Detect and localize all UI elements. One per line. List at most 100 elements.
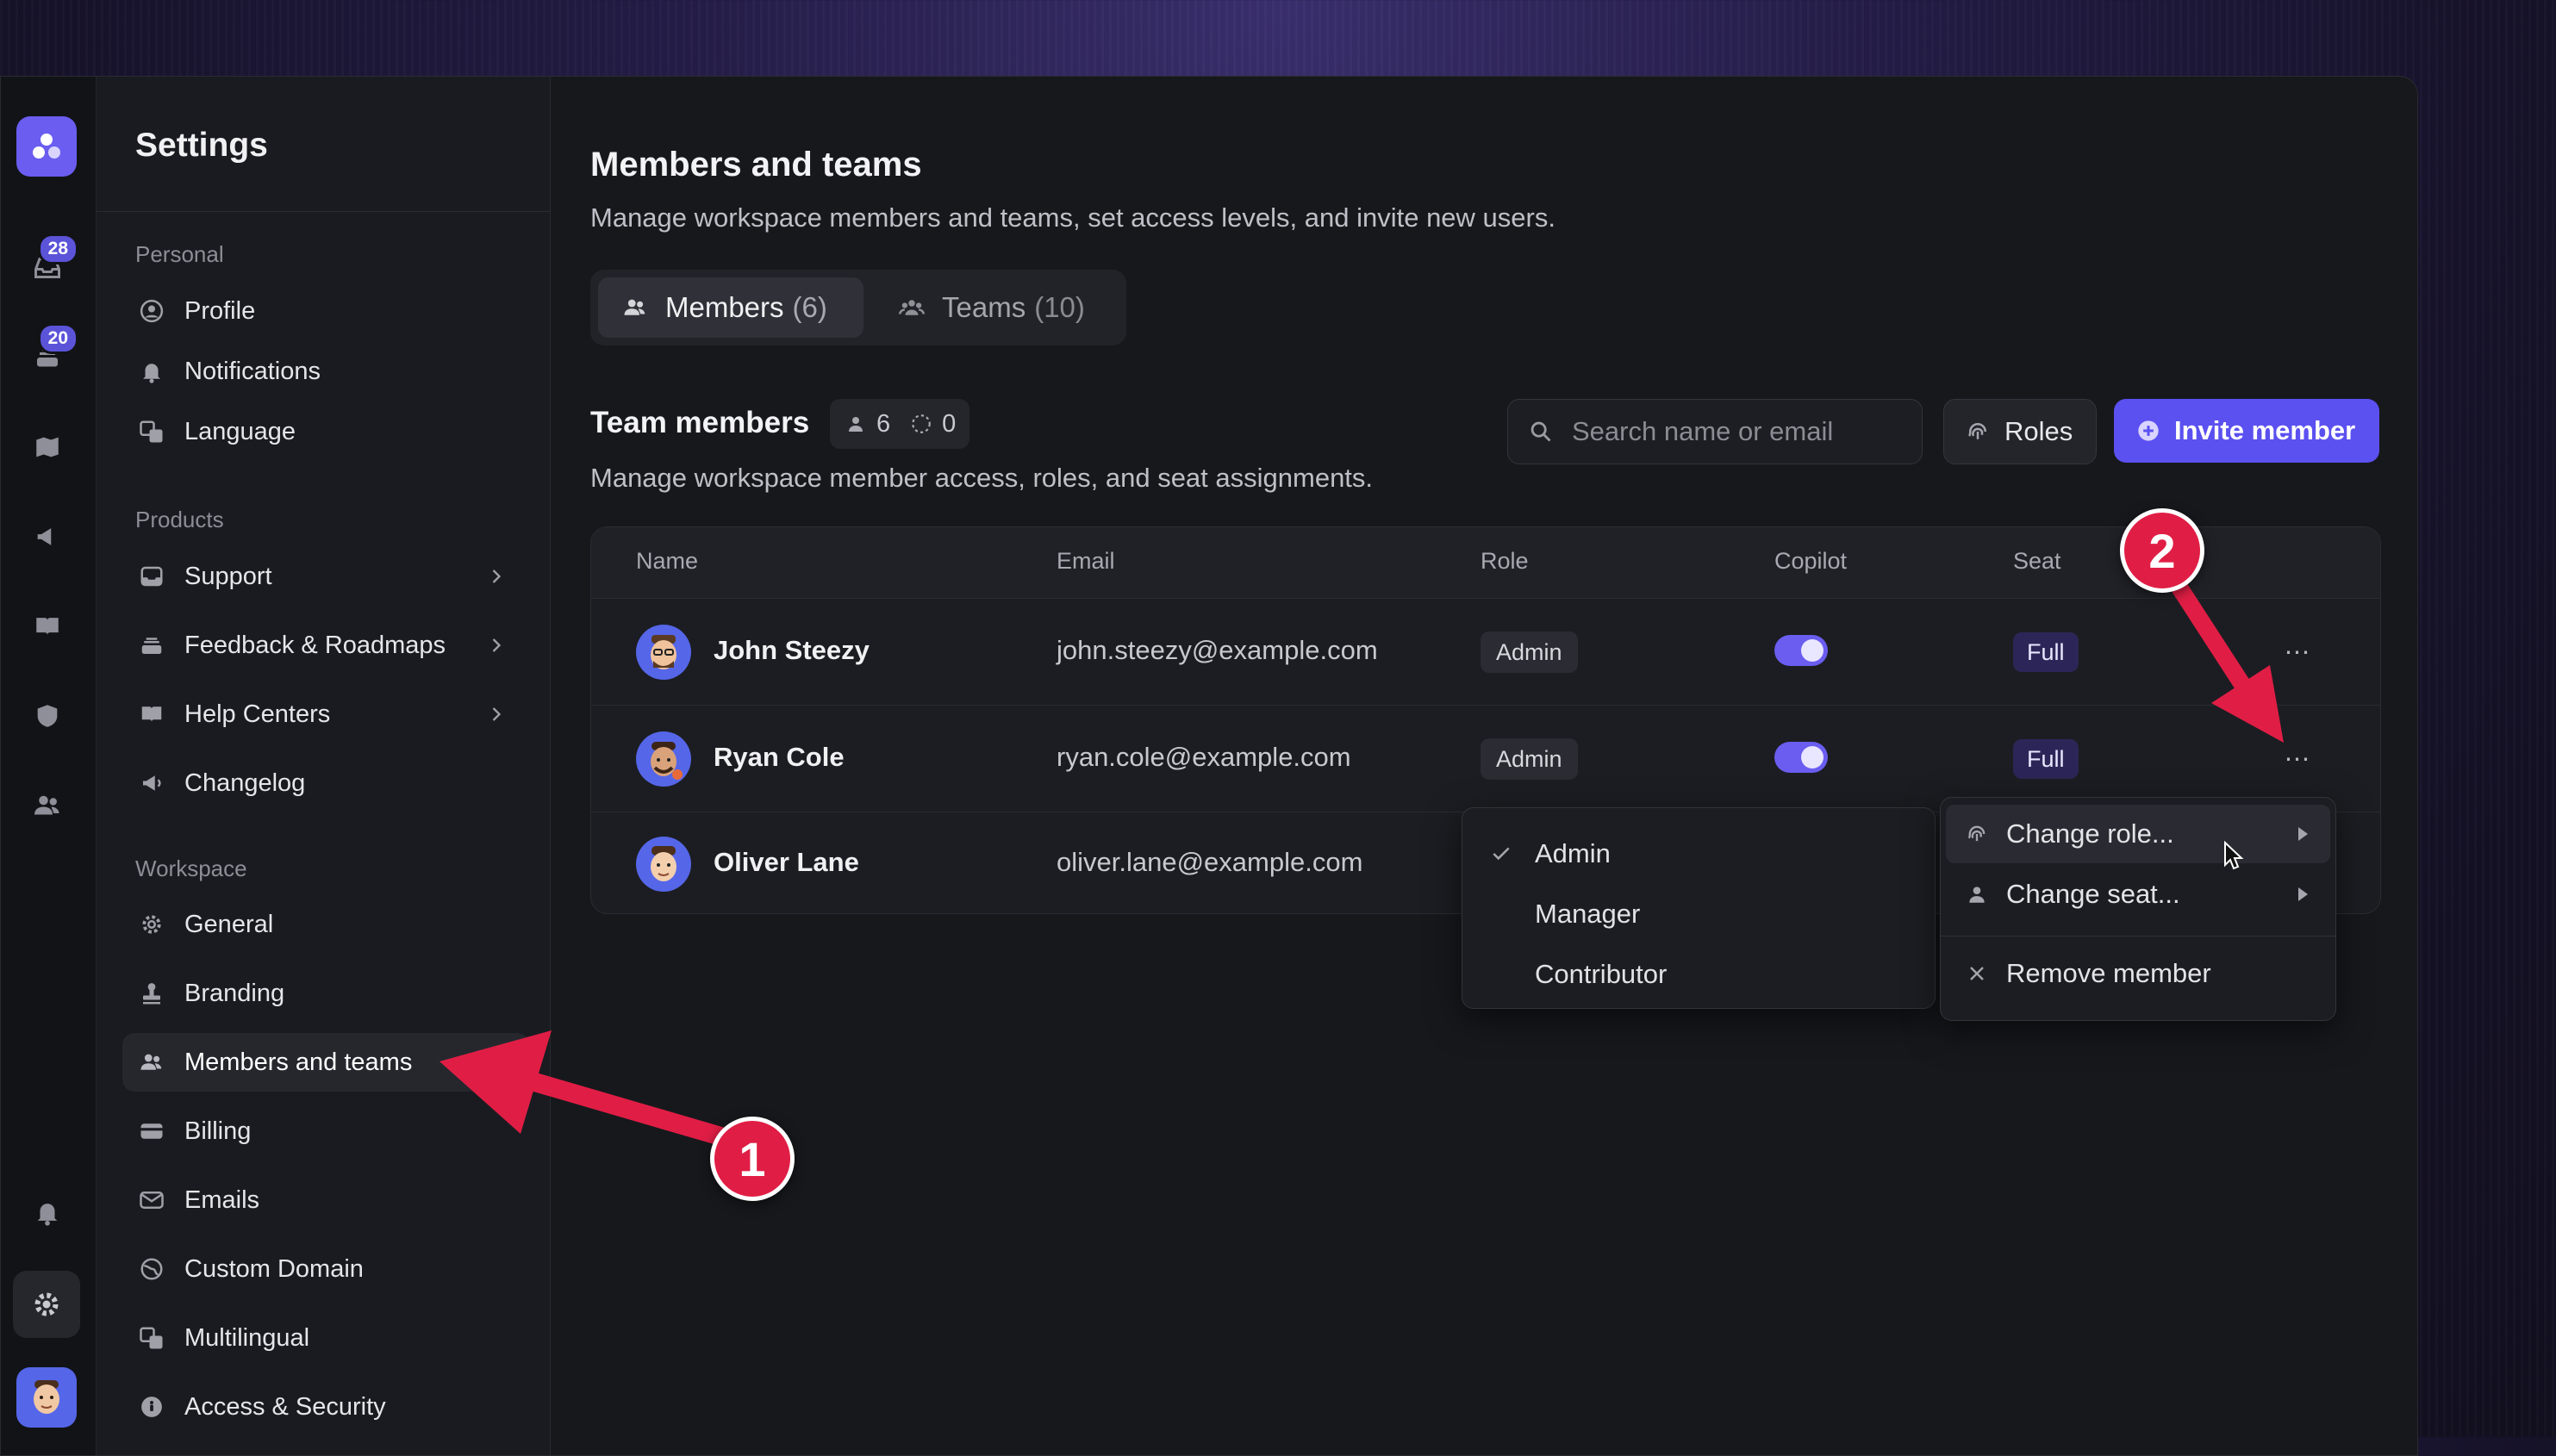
- sidebar-item-feedback-roadmaps[interactable]: Feedback & Roadmaps: [122, 616, 529, 675]
- member-count-pill: 6 0: [830, 399, 970, 449]
- role-option-manager[interactable]: Manager: [1462, 886, 1935, 943]
- user-icon: [1963, 880, 1991, 908]
- avatar-face-icon: [651, 742, 683, 780]
- role-option-admin[interactable]: Admin: [1462, 825, 1935, 882]
- sidebar-item-branding[interactable]: Branding: [122, 964, 529, 1023]
- gear-icon: [34, 1292, 59, 1316]
- rail-notifications[interactable]: [25, 1190, 70, 1235]
- sidebar-item-custom-domain[interactable]: Custom Domain: [122, 1240, 529, 1298]
- tab-teams[interactable]: Teams (10): [875, 277, 1119, 338]
- sidebar-item-multilingual[interactable]: Multilingual: [122, 1309, 529, 1367]
- annotation-marker-1: 1: [710, 1117, 795, 1201]
- sidebar-item-general[interactable]: General: [122, 895, 529, 954]
- sidebar-item-label: Multilingual: [184, 1323, 310, 1352]
- active-member-count: 6: [876, 409, 891, 438]
- role-badge[interactable]: Admin: [1481, 632, 1578, 673]
- section-subtitle: Manage workspace member access, roles, a…: [590, 463, 1374, 493]
- submenu-arrow-icon: [2298, 827, 2308, 841]
- roles-button[interactable]: Roles: [1943, 399, 2097, 464]
- rail-team[interactable]: [25, 783, 70, 828]
- rail-security[interactable]: [25, 694, 70, 738]
- change-role-item[interactable]: Change role...: [1946, 805, 2330, 863]
- icon-rail: 28 20: [1, 77, 97, 1455]
- sidebar-item-help-centers[interactable]: Help Centers: [122, 685, 529, 744]
- seat-badge[interactable]: Full: [2013, 632, 2079, 672]
- role-option-contributor[interactable]: Contributor: [1462, 946, 1935, 1003]
- member-avatar: [636, 837, 691, 892]
- sidebar-item-notifications[interactable]: Notifications: [122, 342, 529, 401]
- column-header-email: Email: [1057, 548, 1115, 574]
- user-icon: [844, 412, 868, 436]
- rail-inbox[interactable]: 28: [25, 233, 78, 290]
- role-option-label: Contributor: [1535, 959, 1668, 989]
- team-icon: [897, 293, 926, 322]
- settings-sidebar: Settings Personal Profile Notifications …: [97, 77, 551, 1455]
- sidebar-item-label: Language: [184, 417, 296, 445]
- rail-feedback[interactable]: 20: [25, 323, 78, 380]
- pending-circle-icon: [909, 412, 933, 436]
- app-window: 28 20 Settings Personal Profile Notifica…: [0, 76, 2418, 1456]
- sidebar-item-access-security[interactable]: Access & Security: [122, 1378, 529, 1436]
- role-badge[interactable]: Admin: [1481, 738, 1578, 780]
- sidebar-item-emails[interactable]: Emails: [122, 1171, 529, 1229]
- tab-label: Members: [665, 291, 784, 323]
- sidebar-item-members-and-teams[interactable]: Members and teams: [122, 1033, 529, 1092]
- sidebar-item-label: Profile: [184, 296, 256, 325]
- sidebar-title: Settings: [135, 127, 268, 164]
- sidebar-item-label: Custom Domain: [184, 1254, 364, 1283]
- rail-help-center[interactable]: [25, 604, 70, 649]
- seat-badge[interactable]: Full: [2013, 739, 2079, 779]
- copilot-toggle[interactable]: [1774, 635, 1828, 666]
- remove-member-item[interactable]: Remove member: [1946, 944, 2330, 1003]
- rail-changelog[interactable]: [25, 514, 70, 559]
- member-search[interactable]: [1507, 399, 1923, 464]
- rail-roadmap[interactable]: [25, 425, 70, 470]
- credit-card-icon: [136, 1116, 167, 1147]
- copilot-toggle[interactable]: [1774, 742, 1828, 773]
- sidebar-item-language[interactable]: Language: [122, 402, 529, 461]
- table-header: Name Email Role Copilot Seat: [591, 527, 2380, 598]
- stack-icon: [136, 630, 167, 661]
- section-title: Team members: [590, 406, 810, 439]
- sidebar-item-support[interactable]: Support: [122, 547, 529, 606]
- tab-members[interactable]: Members (6): [598, 277, 863, 338]
- megaphone-icon: [136, 768, 167, 799]
- role-submenu: Admin Manager Contributor: [1462, 807, 1936, 1009]
- avatar-face-icon: [651, 846, 676, 881]
- column-header-role: Role: [1481, 548, 1529, 574]
- mouse-cursor-icon: [2224, 841, 2244, 870]
- close-icon: [1963, 960, 1991, 987]
- rail-settings[interactable]: [13, 1271, 80, 1338]
- invite-label: Invite member: [2174, 415, 2356, 445]
- roles-label: Roles: [2004, 416, 2073, 446]
- megaphone-icon: [37, 528, 52, 545]
- change-seat-item[interactable]: Change seat...: [1946, 865, 2330, 924]
- page-subtitle: Manage workspace members and teams, set …: [590, 202, 1555, 233]
- row-actions-button[interactable]: ⋯: [2279, 740, 2316, 778]
- sidebar-item-label: Support: [184, 562, 272, 590]
- tab-bar: Members (6) Teams (10): [590, 270, 1126, 345]
- check-icon: [1488, 841, 1514, 867]
- tab-count: (10): [1034, 291, 1085, 323]
- sidebar-item-changelog[interactable]: Changelog: [122, 754, 529, 812]
- chevron-right-icon: [492, 638, 502, 652]
- invite-member-button[interactable]: Invite member: [2114, 399, 2379, 463]
- user-avatar[interactable]: [16, 1367, 77, 1428]
- book-icon: [36, 618, 59, 635]
- logo-icon: [33, 134, 60, 159]
- sidebar-item-label: Access & Security: [184, 1392, 386, 1421]
- sidebar-item-label: Feedback & Roadmaps: [184, 631, 446, 659]
- sidebar-item-profile[interactable]: Profile: [122, 282, 529, 340]
- inbox-count-badge: 28: [37, 233, 78, 264]
- row-actions-button[interactable]: ⋯: [2279, 633, 2316, 671]
- gear-icon: [136, 909, 167, 940]
- annotation-marker-2: 2: [2120, 508, 2204, 593]
- sidebar-item-billing[interactable]: Billing: [122, 1102, 529, 1160]
- table-row[interactable]: John Steezy john.steezy@example.com Admi…: [591, 598, 2380, 706]
- translate-icon: [136, 1322, 167, 1353]
- tab-count: (6): [792, 291, 827, 323]
- book-icon: [136, 699, 167, 730]
- bell-icon: [136, 356, 167, 387]
- search-input[interactable]: [1570, 415, 1901, 448]
- app-logo[interactable]: [16, 116, 77, 177]
